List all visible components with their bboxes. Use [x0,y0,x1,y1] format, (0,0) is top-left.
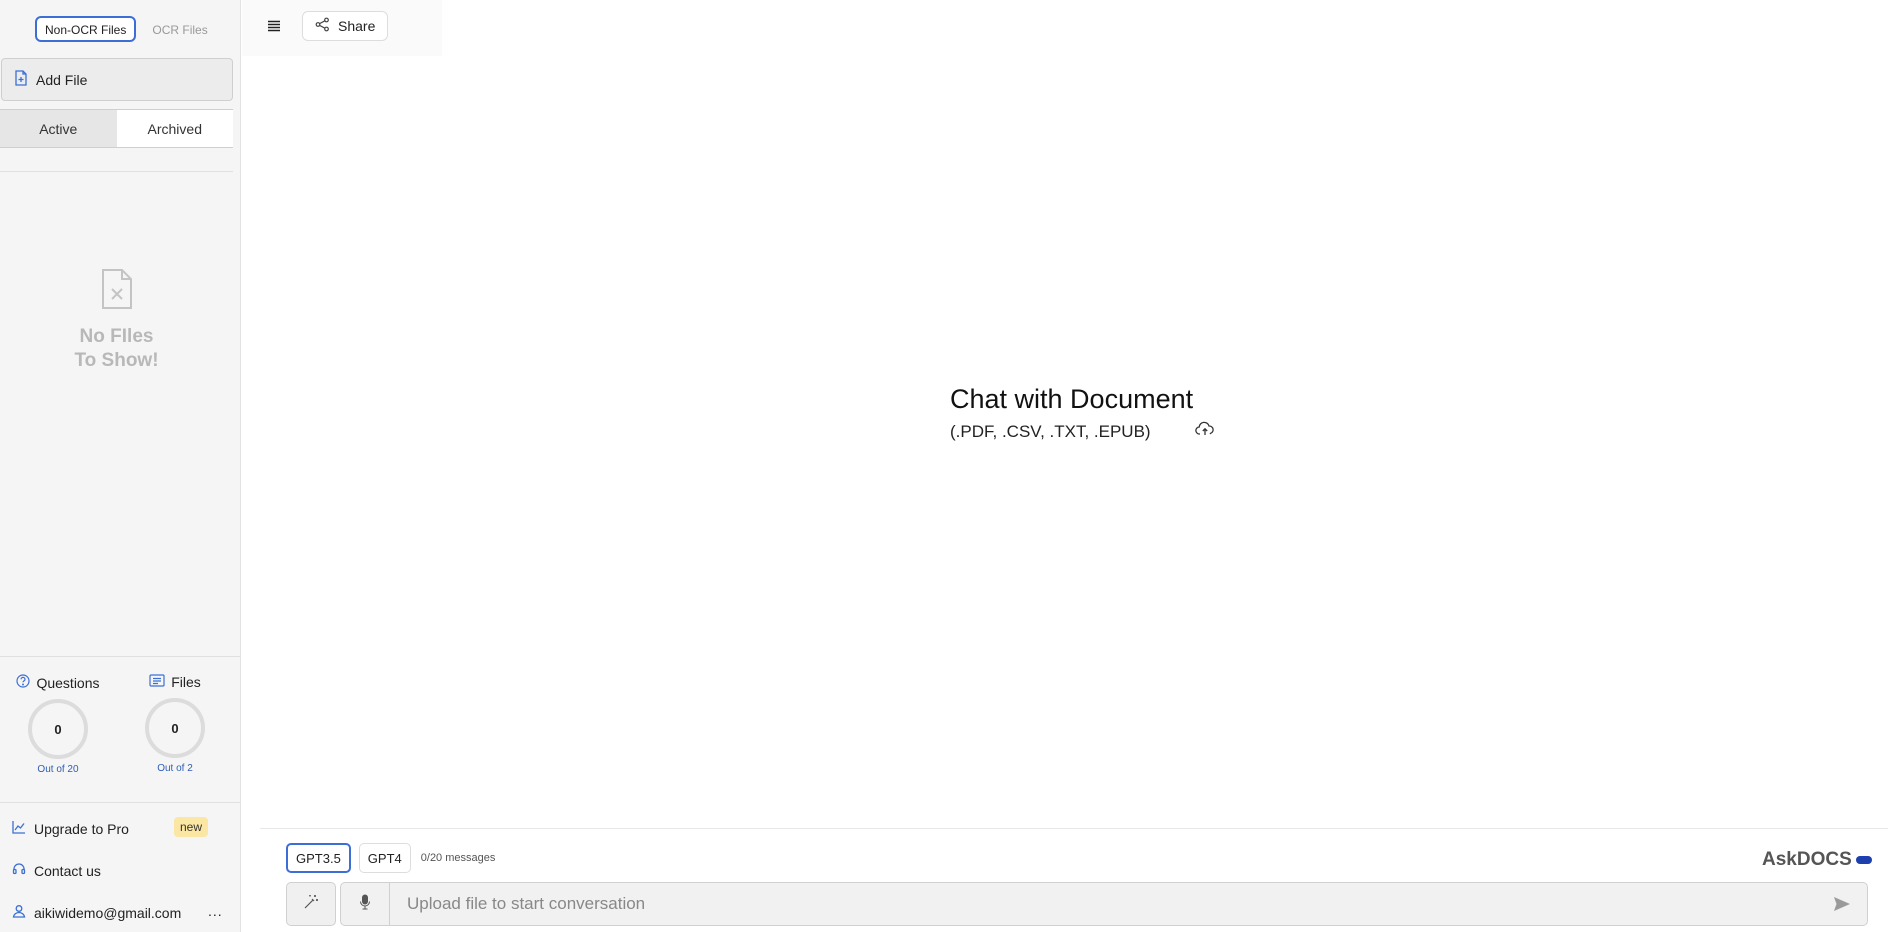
message-count: 0/20 messages [420,852,496,864]
send-icon[interactable] [1831,894,1853,914]
headset-icon [12,862,26,879]
chat-input[interactable] [407,883,1787,925]
magic-wand-button[interactable] [286,882,336,926]
questions-limit: Out of 20 [37,764,79,775]
questions-header: Questions [0,674,116,691]
brand-pill [1855,856,1872,864]
new-badge: new [174,817,209,837]
empty-line-2: To Show! [74,350,159,371]
microphone-icon [359,894,371,915]
questions-stat: Questions 0 Out of 20 [0,674,116,775]
questions-label: Questions [36,674,100,691]
microphone-button[interactable] [341,883,390,925]
files-limit: Out of 2 [157,763,193,774]
empty-line-1: No FIles [79,326,154,347]
user-icon [12,904,26,921]
add-file-icon [14,70,28,89]
files-label: Files [171,674,201,690]
list-divider [0,171,233,172]
gpt4-button[interactable]: GPT4 [358,843,411,873]
file-status-tabs: Active Archived [0,109,233,148]
supported-formats: (.PDF, .CSV, .TXT, .EPUB) [950,421,1151,441]
upgrade-label: Upgrade to Pro [34,820,129,837]
ocr-files-button[interactable]: OCR Files [142,16,217,42]
gpt35-button[interactable]: GPT3.5 [286,843,351,873]
model-selector: GPT3.5 GPT4 0/20 messages [286,843,495,873]
share-label: Share [338,18,376,34]
magic-wand-icon [303,894,319,915]
upgrade-to-pro-link[interactable]: Upgrade to Pro [12,820,129,837]
brand-name: AskDOCS [1762,849,1852,870]
sidebar: Non-OCR Files OCR Files Add File Active … [0,0,241,932]
empty-state: No FIles To Show! [0,268,233,373]
tab-archived[interactable]: Archived [116,110,233,147]
cloud-upload-icon[interactable] [1194,421,1215,442]
files-stat: Files 0 Out of 2 [117,674,233,774]
contact-label: Contact us [34,862,101,879]
questions-ring: 0 [28,699,88,759]
composer-divider [260,828,1888,829]
welcome-title: Chat with Document [950,384,1194,414]
share-button[interactable]: Share [302,11,389,41]
more-options-button[interactable]: ... [208,903,223,919]
files-icon [149,674,165,690]
files-header: Files [117,674,233,690]
top-bar: Share [242,0,442,56]
chat-composer [340,882,1868,926]
add-file-label: Add File [36,71,88,88]
user-account[interactable]: aikiwidemo@gmail.com [12,904,181,921]
hamburger-icon[interactable] [264,16,284,36]
user-email: aikiwidemo@gmail.com [34,904,182,921]
non-ocr-files-button[interactable]: Non-OCR Files [35,16,137,42]
files-ring: 0 [145,698,205,758]
chart-up-icon [12,820,26,837]
menu-divider [0,802,241,803]
question-icon [16,674,31,691]
add-file-button[interactable]: Add File [1,58,233,101]
file-type-toggle: Non-OCR Files OCR Files [35,16,218,42]
contact-us-link[interactable]: Contact us [12,862,101,879]
chat-welcome: Chat with Document (.PDF, .CSV, .TXT, .E… [950,384,1215,442]
share-icon [315,17,330,35]
no-files-icon [0,268,233,315]
empty-message: No FIles To Show! [0,325,233,373]
tab-active[interactable]: Active [0,110,117,147]
stats-divider [0,656,241,657]
brand-logo: AskDOCS [1762,849,1872,871]
welcome-subtitle-row: (.PDF, .CSV, .TXT, .EPUB) [950,421,1215,442]
